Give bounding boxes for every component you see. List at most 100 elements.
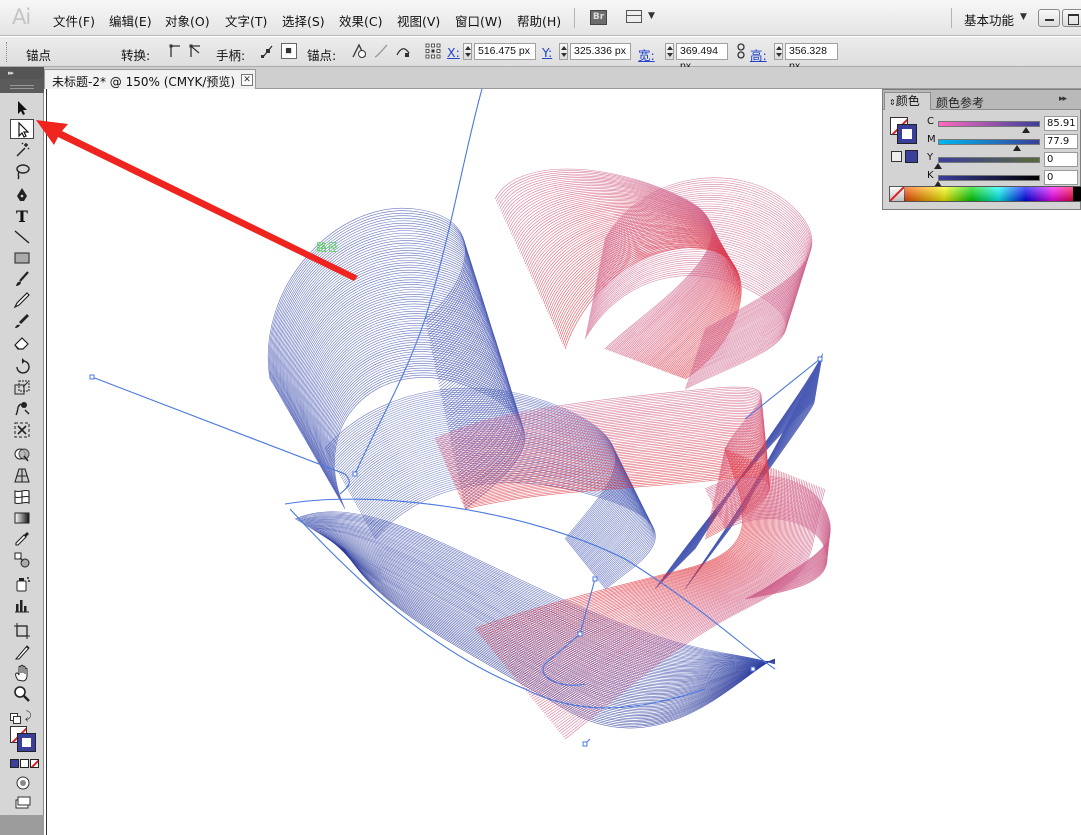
- shape-builder-tool[interactable]: [10, 444, 34, 464]
- zoom-tool[interactable]: [10, 684, 34, 704]
- free-transform-tool[interactable]: [10, 420, 34, 440]
- slider-thumb[interactable]: [1021, 127, 1030, 133]
- anchor-point[interactable]: [750, 666, 756, 672]
- perspective-grid-tool[interactable]: [10, 465, 34, 485]
- artboard-tool[interactable]: [10, 621, 34, 641]
- blend-tool[interactable]: [10, 550, 34, 570]
- menu-edit[interactable]: 编辑(E): [109, 11, 152, 30]
- grip-handle[interactable]: [6, 42, 9, 62]
- x-label[interactable]: X:: [447, 45, 460, 60]
- fill-stroke-indicator[interactable]: [10, 726, 36, 752]
- y-field[interactable]: 325.336 px: [570, 43, 631, 60]
- channel-value-field[interactable]: 77.9: [1044, 134, 1078, 149]
- channel-value-field[interactable]: 0: [1044, 170, 1078, 185]
- remove-anchor-icon[interactable]: [351, 43, 367, 59]
- menu-file[interactable]: 文件(F): [53, 11, 95, 30]
- anchor-point[interactable]: [352, 471, 358, 477]
- close-icon[interactable]: ✕: [241, 74, 253, 86]
- collapse-panels-icon[interactable]: ▸▸: [0, 67, 44, 79]
- gradient-tool[interactable]: [10, 508, 34, 528]
- tools-panel-header[interactable]: [0, 79, 44, 93]
- lasso-tool[interactable]: [10, 161, 34, 181]
- tab-color[interactable]: ⇕颜色: [884, 92, 931, 110]
- reference-point-icon[interactable]: [425, 43, 441, 59]
- chevron-down-icon[interactable]: ▼: [648, 11, 655, 21]
- rotate-tool[interactable]: [10, 357, 34, 377]
- hide-handles-icon[interactable]: [281, 43, 297, 59]
- chevron-down-icon[interactable]: ▼: [1020, 12, 1027, 22]
- constrain-proportions-icon[interactable]: [733, 43, 749, 59]
- slider-thumb[interactable]: [934, 163, 942, 169]
- channel-value-field[interactable]: 0: [1044, 152, 1078, 167]
- out-of-gamut-icon[interactable]: [891, 151, 902, 162]
- anchor-point[interactable]: [817, 356, 823, 362]
- stroke-swatch[interactable]: [897, 124, 917, 144]
- column-graph-tool[interactable]: [10, 595, 34, 615]
- document-tab[interactable]: 未标题-2* @ 150% (CMYK/预览) ✕: [44, 69, 256, 89]
- width-stepper[interactable]: [665, 43, 674, 60]
- x-field[interactable]: 516.475 px: [474, 43, 536, 60]
- eyedropper-tool[interactable]: [10, 529, 34, 549]
- blob-brush-tool[interactable]: [10, 311, 34, 331]
- cut-path-icon[interactable]: [395, 43, 411, 59]
- type-tool[interactable]: T: [10, 206, 34, 226]
- menu-effect[interactable]: 效果(C): [339, 11, 382, 30]
- menu-select[interactable]: 选择(S): [282, 11, 325, 30]
- convert-to-smooth-icon[interactable]: [188, 43, 204, 59]
- symbol-sprayer-tool[interactable]: [10, 574, 34, 594]
- connect-anchors-icon[interactable]: [373, 43, 389, 59]
- anchor-point[interactable]: [582, 741, 588, 747]
- selection-tool[interactable]: [10, 98, 34, 118]
- pen-tool[interactable]: [10, 185, 34, 205]
- web-safe-swatch[interactable]: [905, 150, 918, 163]
- channel-slider[interactable]: [938, 139, 1040, 145]
- anchor-point[interactable]: [592, 576, 598, 582]
- swap-colors-icon[interactable]: ⤸: [10, 709, 34, 725]
- color-spectrum[interactable]: [889, 186, 1081, 202]
- direct-selection-tool[interactable]: [10, 119, 34, 139]
- channel-value-field[interactable]: 85.91: [1044, 116, 1078, 131]
- width-label[interactable]: 宽:: [638, 45, 655, 64]
- pencil-tool[interactable]: [10, 290, 34, 310]
- channel-slider[interactable]: [938, 175, 1040, 181]
- convert-to-corner-icon[interactable]: [168, 43, 184, 59]
- workspace-switcher[interactable]: 基本功能: [964, 10, 1014, 29]
- show-handles-icon[interactable]: [260, 43, 276, 59]
- menu-object[interactable]: 对象(O): [165, 11, 210, 30]
- screen-mode-icon[interactable]: [14, 795, 32, 811]
- y-label[interactable]: Y:: [542, 45, 552, 60]
- height-label[interactable]: 高:: [750, 45, 767, 64]
- color-mode-icons[interactable]: [10, 759, 39, 769]
- rectangle-tool[interactable]: [10, 248, 34, 268]
- anchor-point[interactable]: [577, 631, 583, 637]
- scale-tool[interactable]: [10, 378, 34, 398]
- menu-window[interactable]: 窗口(W): [455, 11, 502, 30]
- minimize-button[interactable]: [1038, 9, 1060, 27]
- slice-tool[interactable]: [10, 642, 34, 662]
- fill-stroke-swatch[interactable]: [890, 117, 917, 144]
- channel-slider[interactable]: [938, 157, 1040, 163]
- tab-color-guide[interactable]: 颜色参考: [936, 94, 984, 111]
- menu-help[interactable]: 帮助(H): [517, 11, 561, 30]
- draw-mode-icon[interactable]: [14, 775, 32, 791]
- hand-tool[interactable]: [10, 663, 34, 683]
- bridge-button[interactable]: Br: [590, 10, 607, 25]
- y-stepper[interactable]: [559, 43, 568, 60]
- eraser-tool[interactable]: [10, 332, 34, 352]
- restore-button[interactable]: [1062, 9, 1081, 27]
- warp-tool[interactable]: [10, 399, 34, 419]
- width-field[interactable]: 369.494 px: [676, 43, 728, 72]
- arrange-documents-icon[interactable]: [626, 10, 642, 23]
- height-stepper[interactable]: [774, 43, 783, 60]
- paintbrush-tool[interactable]: [10, 269, 34, 289]
- anchor-point[interactable]: [89, 374, 95, 380]
- menu-type[interactable]: 文字(T): [225, 11, 267, 30]
- x-stepper[interactable]: [463, 43, 472, 60]
- line-segment-tool[interactable]: [10, 227, 34, 247]
- menu-view[interactable]: 视图(V): [397, 11, 440, 30]
- slider-thumb[interactable]: [1013, 145, 1022, 151]
- black-swatch[interactable]: [1073, 187, 1081, 201]
- panel-menu-icon[interactable]: ▸▸: [1059, 94, 1067, 104]
- height-field[interactable]: 356.328 px: [785, 43, 838, 72]
- none-color-swatch[interactable]: [890, 187, 904, 201]
